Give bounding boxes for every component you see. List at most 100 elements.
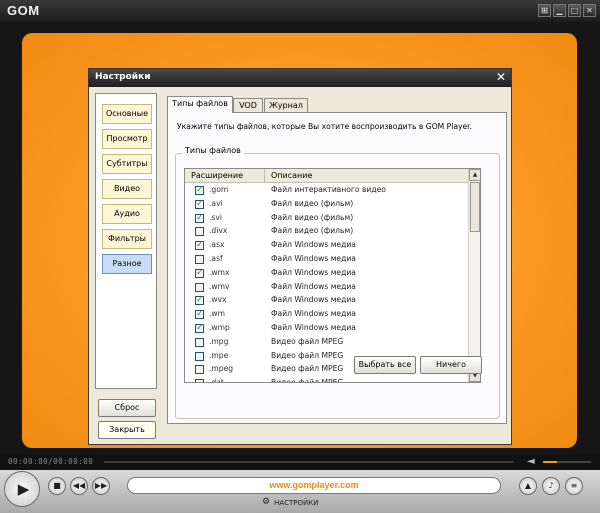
prev-button[interactable]: ◀◀ bbox=[70, 477, 88, 495]
list-item[interactable]: .wmp Файл Windows медиа bbox=[185, 322, 469, 336]
gear-icon: ⚙ bbox=[262, 497, 271, 507]
dialog-titlebar[interactable]: Настройки ✕ bbox=[89, 69, 511, 87]
nav-item-general[interactable]: Основные bbox=[102, 104, 152, 124]
nav-item-audio[interactable]: Аудио bbox=[102, 204, 152, 224]
reset-button[interactable]: Сброс bbox=[98, 399, 156, 417]
volume-slider[interactable] bbox=[543, 461, 591, 463]
description-label: Файл Windows медиа bbox=[271, 322, 356, 332]
description-label: Файл интерактивного видео bbox=[271, 185, 386, 194]
file-types-list[interactable]: Расширение Описание .gom Файл интерактивн… bbox=[184, 168, 481, 383]
description-label: Файл видео (фильм) bbox=[271, 226, 354, 236]
extension-label: .mpg bbox=[209, 336, 229, 346]
list-item[interactable]: .mpg Видео файл MPEG bbox=[185, 336, 469, 350]
list-item[interactable]: .asf Файл Windows медиа bbox=[185, 253, 469, 267]
list-item[interactable]: .svi Файл видео (фильм) bbox=[185, 212, 469, 226]
scroll-up-icon[interactable]: ▲ bbox=[469, 169, 480, 181]
play-button[interactable]: ▶ bbox=[4, 471, 40, 507]
description-label: Файл Windows медиа bbox=[271, 281, 356, 291]
list-item[interactable]: .wvx Файл Windows медиа bbox=[185, 294, 469, 308]
description-label: Файл Windows медиа bbox=[271, 309, 356, 319]
play-icon: ▶ bbox=[17, 480, 30, 498]
list-item[interactable]: .asx Файл Windows медиа bbox=[185, 239, 469, 253]
settings-link[interactable]: ⚙ НАСТРОЙКИ bbox=[262, 498, 318, 507]
tab-vod[interactable]: VOD bbox=[233, 98, 263, 112]
maximize-button[interactable]: □ bbox=[568, 4, 581, 17]
eject-icon: ▲ bbox=[524, 481, 532, 490]
close-player-button[interactable]: ✕ bbox=[583, 4, 596, 17]
file-type-checkbox[interactable] bbox=[195, 199, 204, 209]
time-display: 00:00:00/00:00:00 bbox=[8, 457, 94, 466]
extension-label: .wmp bbox=[209, 322, 230, 332]
list-item[interactable]: .wmv Файл Windows медиа bbox=[185, 281, 469, 295]
dialog-close-icon[interactable]: ✕ bbox=[494, 71, 508, 84]
file-type-checkbox[interactable] bbox=[195, 254, 204, 264]
pin-button[interactable]: ⊞ bbox=[538, 4, 551, 17]
settings-dialog: Настройки ✕ Основные Просмотр Субтитры В… bbox=[88, 68, 512, 445]
file-type-checkbox[interactable] bbox=[195, 309, 204, 320]
info-marquee[interactable]: www.gomplayer.com bbox=[127, 477, 501, 494]
nav-item-subtitles[interactable]: Субтитры bbox=[102, 154, 152, 174]
file-type-checkbox[interactable] bbox=[195, 185, 204, 195]
file-type-checkbox[interactable] bbox=[195, 227, 204, 237]
volume-level bbox=[543, 461, 558, 463]
nav-item-misc[interactable]: Разное bbox=[102, 254, 152, 274]
nav-item-video[interactable]: Видео bbox=[102, 179, 152, 199]
file-type-checkbox[interactable] bbox=[195, 351, 204, 361]
file-type-checkbox[interactable] bbox=[195, 213, 204, 223]
stop-button[interactable]: ■ bbox=[48, 477, 66, 495]
file-type-checkbox[interactable] bbox=[195, 295, 204, 306]
nav-item-view[interactable]: Просмотр bbox=[102, 129, 152, 149]
next-icon: ▶▶ bbox=[94, 481, 108, 490]
list-item[interactable]: .avi Файл видео (фильм) bbox=[185, 198, 469, 212]
player-titlebar[interactable]: GOM ⊞ ▁ □ ✕ bbox=[0, 0, 600, 22]
list-item[interactable]: .dat Видео файл MPEG bbox=[185, 377, 469, 382]
select-all-button[interactable]: Выбрать все bbox=[354, 356, 416, 374]
gom-logo: GOM bbox=[7, 3, 40, 18]
list-item[interactable]: .wm Файл Windows медиа bbox=[185, 308, 469, 322]
file-type-checkbox[interactable] bbox=[195, 240, 204, 251]
site-link[interactable]: www.gomplayer.com bbox=[128, 480, 500, 490]
seek-row: 00:00:00/00:00:00 ◄ bbox=[0, 455, 600, 469]
list-scrollbar[interactable]: ▲ ▼ bbox=[468, 169, 480, 382]
control-bar: ▶ ■ ◀◀ ▶▶ www.gomplayer.com ⚙ НАСТРОЙКИ … bbox=[0, 470, 600, 513]
minimize-button[interactable]: ▁ bbox=[553, 4, 566, 17]
prev-icon: ◀◀ bbox=[72, 481, 86, 490]
eject-button[interactable]: ▲ bbox=[519, 477, 537, 495]
group-label: Типы файлов bbox=[182, 146, 244, 155]
list-rows: .gom Файл интерактивного видео .avi Файл ви… bbox=[185, 184, 469, 382]
nav-item-filters[interactable]: Фильтры bbox=[102, 229, 152, 249]
list-item[interactable]: .gom Файл интерактивного видео bbox=[185, 184, 469, 198]
file-type-checkbox[interactable] bbox=[195, 337, 204, 347]
playlist-button[interactable]: ≡ bbox=[565, 477, 583, 495]
scroll-thumb[interactable] bbox=[470, 182, 480, 232]
col-header-extension[interactable]: Расширение bbox=[185, 169, 265, 183]
tab-file-types[interactable]: Типы файлов bbox=[167, 96, 233, 113]
file-type-checkbox[interactable] bbox=[195, 379, 204, 382]
file-type-checkbox[interactable] bbox=[195, 323, 204, 333]
instruction-text: Укажите типы файлов, которые Вы хотите в… bbox=[177, 122, 472, 131]
extension-label: .svi bbox=[209, 212, 222, 222]
speaker-icon[interactable]: ◄ bbox=[527, 456, 539, 467]
col-header-description[interactable]: Описание bbox=[265, 169, 469, 183]
list-item[interactable]: .divx Файл видео (фильм) bbox=[185, 225, 469, 239]
control-panel-button[interactable]: ♪ bbox=[542, 477, 560, 495]
stop-icon: ■ bbox=[53, 481, 61, 490]
extension-label: .mpe bbox=[209, 350, 229, 360]
file-type-checkbox[interactable] bbox=[195, 282, 204, 292]
list-header: Расширение Описание bbox=[185, 169, 469, 183]
description-label: Видео файл MPEG bbox=[271, 336, 344, 346]
description-label: Файл видео (фильм) bbox=[271, 198, 354, 208]
description-label: Файл видео (фильм) bbox=[271, 212, 354, 222]
tab-log[interactable]: Журнал bbox=[264, 98, 308, 112]
description-label: Файл Windows медиа bbox=[271, 253, 356, 263]
list-item[interactable]: .wmx Файл Windows медиа bbox=[185, 267, 469, 281]
extension-label: .wvx bbox=[209, 295, 227, 305]
extension-label: .asx bbox=[209, 240, 225, 250]
select-none-button[interactable]: Ничего bbox=[420, 356, 482, 374]
next-button[interactable]: ▶▶ bbox=[92, 477, 110, 495]
file-type-checkbox[interactable] bbox=[195, 268, 204, 278]
seek-bar[interactable] bbox=[104, 461, 514, 463]
extension-label: .asf bbox=[209, 253, 223, 263]
close-button[interactable]: Закрыть bbox=[98, 421, 156, 439]
file-type-checkbox[interactable] bbox=[195, 365, 204, 375]
